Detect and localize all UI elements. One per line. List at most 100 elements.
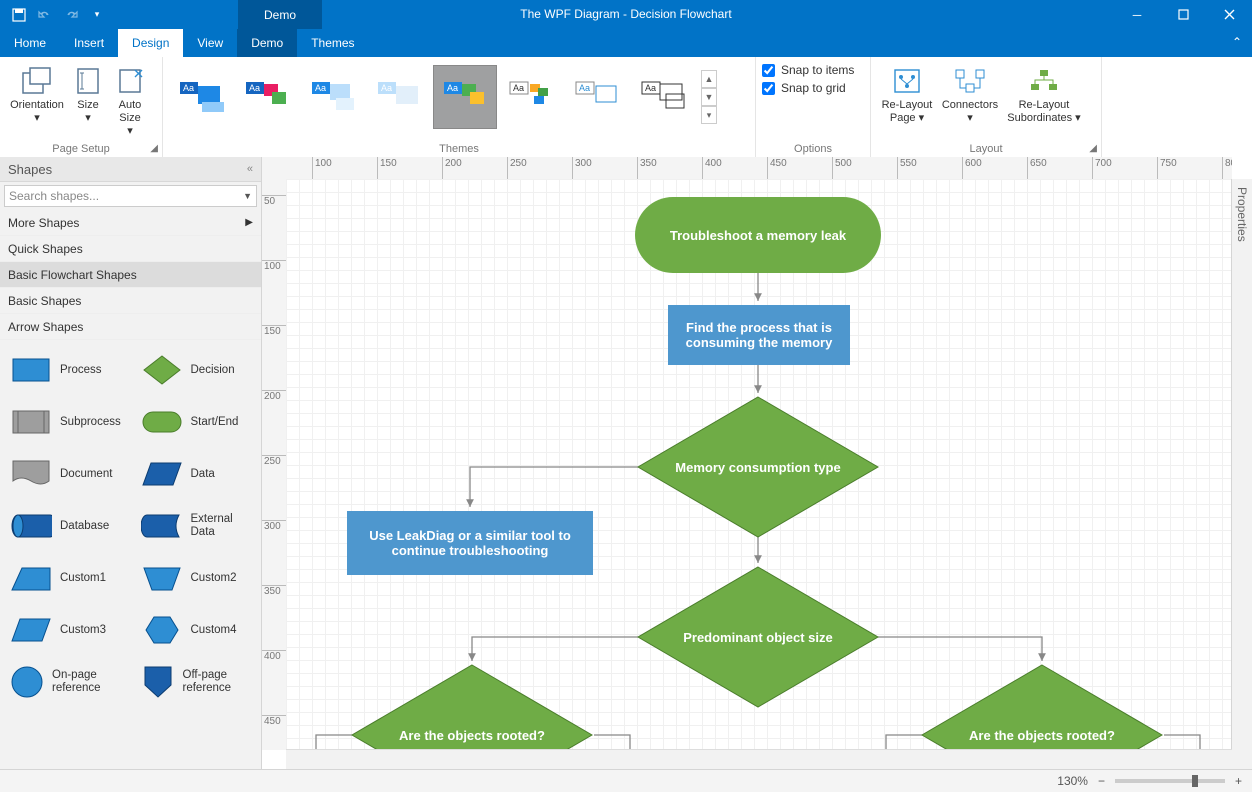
- relayout-page-button[interactable]: Re-Layout Page ▾: [877, 61, 937, 125]
- relayout-subordinates-button[interactable]: Re-Layout Subordinates ▾: [1003, 61, 1085, 125]
- status-bar: 130% − +: [0, 769, 1252, 792]
- node-find-process[interactable]: Find the process that is consuming the m…: [668, 305, 850, 365]
- node-rooted-left[interactable]: Are the objects rooted?: [350, 663, 594, 750]
- shape-database[interactable]: Database: [0, 500, 131, 552]
- shape-custom1[interactable]: Custom1: [0, 552, 131, 604]
- svg-text:Aa: Aa: [513, 83, 524, 93]
- category-arrow-shapes[interactable]: Arrow Shapes: [0, 314, 261, 340]
- connectors-label: Connectors: [942, 99, 998, 111]
- qat-undo-icon[interactable]: [34, 4, 56, 26]
- shape-document[interactable]: Document: [0, 448, 131, 500]
- node-start[interactable]: Troubleshoot a memory leak: [635, 197, 881, 273]
- shape-onpage-ref[interactable]: On-page reference: [0, 656, 131, 708]
- svg-text:Aa: Aa: [447, 83, 458, 93]
- theme-item-4[interactable]: Aa: [367, 65, 431, 129]
- ribbon-tab-view[interactable]: View: [183, 29, 237, 57]
- shape-custom3[interactable]: Custom3: [0, 604, 131, 656]
- page-setup-group-label: Page Setup: [0, 143, 162, 155]
- node-leakdiag[interactable]: Use LeakDiag or a similar tool to contin…: [347, 511, 593, 575]
- snap-items-label: Snap to items: [781, 63, 854, 77]
- diagram-canvas[interactable]: Troubleshoot a memory leak Find the proc…: [286, 179, 1232, 750]
- category-more-shapes[interactable]: More Shapes▶: [0, 210, 261, 236]
- shapes-panel-title: Shapes: [8, 162, 52, 177]
- svg-text:Aa: Aa: [381, 83, 392, 93]
- layout-group-label: Layout: [871, 143, 1101, 155]
- ribbon-body: Orientation▾ Size▾ Auto Size▾ Page Setup…: [0, 57, 1252, 158]
- zoom-in-icon[interactable]: +: [1235, 774, 1242, 788]
- orientation-label: Orientation: [10, 99, 64, 111]
- ribbon-tab-strip: Home Insert Design View Demo Themes ⌃: [0, 29, 1252, 57]
- shapes-collapse-icon[interactable]: «: [247, 163, 253, 175]
- shapes-search-input[interactable]: Search shapes... ▼: [4, 185, 257, 207]
- ribbon-tab-themes[interactable]: Themes: [297, 29, 368, 57]
- vertical-ruler: 50100150200250300350400450: [262, 179, 287, 750]
- horizontal-ruler: 1001502002503003504004505005506006507007…: [286, 157, 1232, 180]
- connectors-button[interactable]: Connectors▾: [937, 61, 1003, 125]
- autosize-label: Auto Size: [119, 99, 142, 124]
- theme-item-3[interactable]: Aa: [301, 65, 365, 129]
- relayout-sub-label: Re-Layout Subordinates: [1007, 99, 1072, 124]
- theme-gallery: Aa Aa Aa Aa Aa Aa Aa Aa ▲ ▼ ▾: [169, 61, 749, 133]
- themes-group-label: Themes: [163, 143, 755, 155]
- theme-item-2[interactable]: Aa: [235, 65, 299, 129]
- qat-save-icon[interactable]: [8, 4, 30, 26]
- svg-text:Aa: Aa: [645, 83, 656, 93]
- window-close-button[interactable]: [1206, 0, 1252, 29]
- shape-external-data[interactable]: External Data: [131, 500, 262, 552]
- title-bar: ▾ Demo The WPF Diagram - Decision Flowch…: [0, 0, 1252, 29]
- category-basic-flowchart[interactable]: Basic Flowchart Shapes: [0, 262, 261, 288]
- gallery-more-icon[interactable]: ▾: [701, 106, 717, 124]
- shape-custom4[interactable]: Custom4: [131, 604, 262, 656]
- theme-item-8[interactable]: Aa: [631, 65, 695, 129]
- ribbon-tab-design[interactable]: Design: [118, 29, 183, 57]
- properties-panel-tab[interactable]: Properties: [1231, 179, 1252, 750]
- shape-process[interactable]: Process: [0, 344, 131, 396]
- size-label: Size: [77, 99, 98, 111]
- ribbon-tab-demo[interactable]: Demo: [237, 29, 297, 57]
- zoom-out-icon[interactable]: −: [1098, 774, 1105, 788]
- svg-text:Aa: Aa: [249, 83, 260, 93]
- qat-redo-icon[interactable]: [60, 4, 82, 26]
- window-maximize-button[interactable]: [1160, 0, 1206, 29]
- node-predominant-size[interactable]: Predominant object size: [636, 565, 880, 709]
- svg-text:Aa: Aa: [315, 83, 326, 93]
- shape-decision[interactable]: Decision: [131, 344, 262, 396]
- page-setup-launcher-icon[interactable]: ◢: [150, 143, 158, 154]
- canvas-area: 1001502002503003504004505005506006507007…: [262, 157, 1252, 770]
- theme-item-1[interactable]: Aa: [169, 65, 233, 129]
- shape-offpage-ref[interactable]: Off-page reference: [131, 656, 262, 708]
- gallery-down-icon[interactable]: ▼: [701, 88, 717, 106]
- window-minimize-button[interactable]: ─: [1114, 0, 1160, 29]
- qat-customize-icon[interactable]: ▾: [86, 4, 108, 26]
- theme-item-5-selected[interactable]: Aa: [433, 65, 497, 129]
- shape-custom2[interactable]: Custom2: [131, 552, 262, 604]
- orientation-button[interactable]: Orientation▾: [6, 61, 68, 138]
- titlebar-demo-tab[interactable]: Demo: [238, 0, 322, 29]
- layout-launcher-icon[interactable]: ◢: [1089, 143, 1097, 154]
- node-rooted-right[interactable]: Are the objects rooted?: [920, 663, 1164, 750]
- canvas-horizontal-scrollbar[interactable]: [286, 749, 1232, 770]
- snap-to-grid-checkbox[interactable]: Snap to grid: [762, 81, 864, 95]
- theme-item-7[interactable]: Aa: [565, 65, 629, 129]
- gallery-up-icon[interactable]: ▲: [701, 70, 717, 88]
- shape-subprocess[interactable]: Subprocess: [0, 396, 131, 448]
- search-dropdown-icon[interactable]: ▼: [243, 191, 252, 201]
- window-title: The WPF Diagram - Decision Flowchart: [0, 0, 1252, 29]
- autosize-button[interactable]: Auto Size▾: [108, 61, 152, 138]
- ribbon-tab-insert[interactable]: Insert: [60, 29, 118, 57]
- zoom-slider[interactable]: [1115, 779, 1225, 783]
- theme-item-6[interactable]: Aa: [499, 65, 563, 129]
- ribbon-tab-home[interactable]: Home: [0, 29, 60, 57]
- ruler-corner: [262, 157, 287, 180]
- category-quick-shapes[interactable]: Quick Shapes: [0, 236, 261, 262]
- shapes-panel: Shapes « Search shapes... ▼ More Shapes▶…: [0, 157, 262, 770]
- shape-start-end[interactable]: Start/End: [131, 396, 262, 448]
- node-memory-type[interactable]: Memory consumption type: [636, 395, 880, 539]
- shape-data[interactable]: Data: [131, 448, 262, 500]
- zoom-level: 130%: [1057, 774, 1088, 788]
- ribbon-collapse-icon[interactable]: ⌃: [1232, 35, 1242, 49]
- snap-to-items-checkbox[interactable]: Snap to items: [762, 63, 864, 77]
- size-button[interactable]: Size▾: [68, 61, 108, 138]
- category-basic-shapes[interactable]: Basic Shapes: [0, 288, 261, 314]
- options-group-label: Options: [756, 143, 870, 155]
